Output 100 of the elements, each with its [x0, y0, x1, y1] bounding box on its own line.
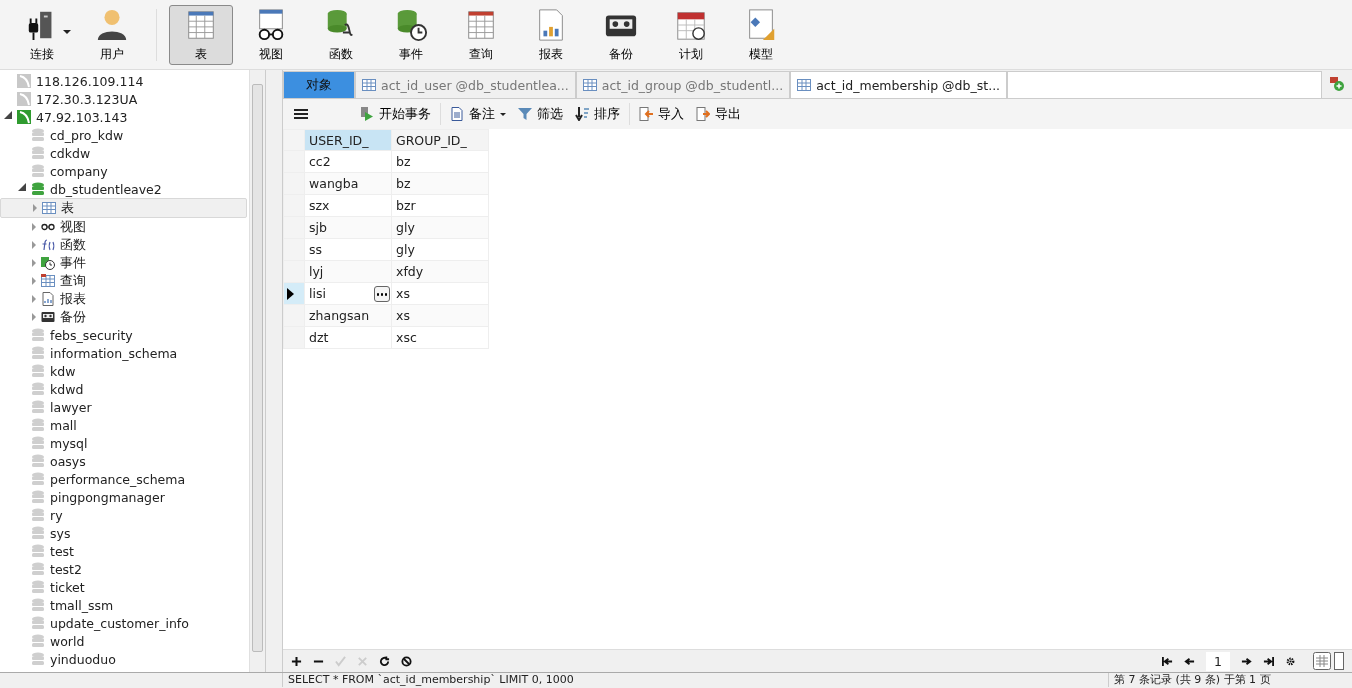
toolbar-button[interactable]: 开始事务: [357, 102, 434, 126]
note-icon: [450, 107, 464, 121]
page-number[interactable]: 1: [1206, 651, 1230, 671]
record-info-text: 第 7 条记录 (共 9 条) 于第 1 页: [1108, 673, 1271, 687]
tab[interactable]: act_id_membership @db_st...: [790, 71, 1008, 98]
table-icon: [42, 201, 56, 215]
table-icon: [582, 78, 597, 92]
toolbar-button[interactable]: 视图: [239, 5, 303, 65]
database-name[interactable]: kdw: [50, 363, 76, 379]
database-name[interactable]: cdkdw: [50, 145, 91, 161]
database-name[interactable]: db_studentleave2: [50, 181, 162, 197]
check-icon[interactable]: [335, 655, 346, 667]
connection-name[interactable]: 118.126.109.114: [36, 73, 144, 89]
object-group-item[interactable]: 表: [0, 198, 247, 218]
expanded-arrow-icon[interactable]: [4, 111, 12, 119]
toolbar-button[interactable]: 备份: [589, 5, 653, 65]
grid-view-icon[interactable]: [1313, 652, 1331, 670]
sort-icon: [575, 107, 589, 121]
tab[interactable]: act_id_user @db_studentlea...: [355, 71, 576, 98]
import-icon: [639, 107, 653, 121]
database-name[interactable]: mall: [50, 417, 77, 433]
transaction-icon: [360, 107, 374, 121]
table-cell: bz: [391, 150, 489, 173]
object-group-item[interactable]: 报表: [0, 290, 249, 308]
database-name[interactable]: yinduoduo: [50, 651, 116, 667]
toolbar-button[interactable]: 计划: [659, 5, 723, 65]
row-header[interactable]: [283, 282, 305, 305]
toolbar-button[interactable]: 用户: [80, 5, 144, 65]
database-name[interactable]: mysql: [50, 435, 88, 451]
toolbar-button[interactable]: 连接: [10, 5, 74, 65]
add-icon[interactable]: [291, 655, 302, 667]
table-cell: gly: [391, 238, 489, 261]
database-name[interactable]: test2: [50, 561, 82, 577]
toolbar-button[interactable]: 导出: [693, 102, 744, 126]
toolbar-button[interactable]: 函数: [309, 5, 373, 65]
toolbar-button[interactable]: 排序: [572, 102, 623, 126]
person-icon: [95, 7, 129, 42]
object-group-item[interactable]: 备份: [0, 308, 249, 326]
database-name[interactable]: pingpongmanager: [50, 489, 165, 505]
column-header[interactable]: GROUP_ID_: [391, 129, 489, 151]
tape-icon: [41, 310, 55, 324]
toolbar-button[interactable]: 筛选: [515, 102, 566, 126]
database-name[interactable]: performance_schema: [50, 471, 186, 487]
toolbar-button[interactable]: 报表: [519, 5, 583, 65]
database-name[interactable]: kdwd: [50, 381, 84, 397]
add-table-icon[interactable]: [1330, 77, 1344, 91]
database-name[interactable]: sys: [50, 525, 71, 541]
toolbar-button[interactable]: 导入: [636, 102, 687, 126]
toolbar-button[interactable]: 模型: [729, 5, 793, 65]
object-group-item[interactable]: 视图: [0, 218, 249, 236]
menu-icon: [294, 107, 308, 121]
refresh-icon[interactable]: [379, 655, 390, 667]
table-cell: cc2: [304, 150, 392, 173]
database-name[interactable]: information_schema: [50, 345, 178, 361]
query-table-icon: [41, 274, 55, 288]
database-name[interactable]: update_customer_info: [50, 615, 189, 631]
toolbar-button[interactable]: 备注: [447, 102, 509, 126]
stop-icon[interactable]: [401, 655, 412, 667]
toolbar-button[interactable]: 表: [169, 5, 233, 65]
toolbar-button[interactable]: 查询: [449, 5, 513, 65]
table-cell: lisi: [304, 282, 392, 305]
last-page-icon[interactable]: [1263, 655, 1274, 667]
table-cell: xsc: [391, 326, 489, 349]
table-icon: [362, 78, 376, 92]
table-cell: ss: [304, 238, 392, 261]
tab[interactable]: 对象: [283, 71, 355, 98]
database-name[interactable]: world: [50, 633, 85, 649]
object-group-item[interactable]: 函数: [0, 236, 249, 254]
database-name[interactable]: oasys: [50, 453, 86, 469]
column-header[interactable]: USER_ID_: [304, 129, 392, 151]
splitter-handle[interactable]: [266, 70, 283, 672]
report-icon: [41, 292, 55, 306]
database-name[interactable]: company: [50, 163, 108, 179]
database-clock-icon: [41, 256, 55, 270]
settings-icon[interactable]: [1285, 655, 1296, 667]
database-name[interactable]: lawyer: [50, 399, 92, 415]
form-view-icon[interactable]: [1334, 652, 1344, 670]
ellipsis-button[interactable]: [374, 285, 390, 302]
database-name[interactable]: cd_pro_kdw: [50, 127, 124, 143]
connection-name[interactable]: 47.92.103.143: [36, 109, 128, 125]
filter-icon: [518, 107, 532, 121]
export-icon: [696, 107, 710, 121]
scrollbar-thumb[interactable]: [252, 84, 263, 652]
next-page-icon[interactable]: [1241, 655, 1252, 667]
database-name[interactable]: febs_security: [50, 327, 133, 343]
expanded-arrow-icon[interactable]: [18, 183, 26, 191]
sql-query-text: SELECT * FROM `act_id_membership` LIMIT 0, 1000: [282, 673, 1108, 687]
database-name[interactable]: tmall_ssm: [50, 597, 114, 613]
database-name[interactable]: ticket: [50, 579, 85, 595]
first-page-icon[interactable]: [1162, 655, 1174, 667]
table-cell: dzt: [304, 326, 392, 349]
previous-page-icon[interactable]: [1184, 655, 1196, 667]
object-group-item[interactable]: 查询: [0, 272, 249, 290]
connection-name[interactable]: 172.30.3.123UA: [36, 91, 138, 107]
object-group-item[interactable]: 事件: [0, 254, 249, 272]
tab[interactable]: act_id_group @db_studentl...: [575, 71, 791, 98]
database-name[interactable]: test: [50, 543, 74, 559]
scrollbar[interactable]: [249, 70, 265, 672]
database-name[interactable]: ry: [50, 507, 63, 523]
toolbar-button[interactable]: 事件: [379, 5, 443, 65]
